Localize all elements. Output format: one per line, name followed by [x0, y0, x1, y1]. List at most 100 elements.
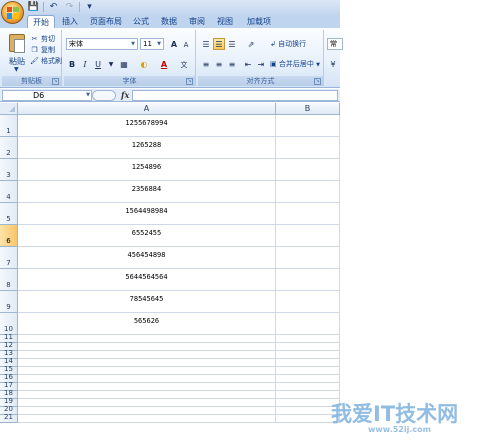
- cell-a[interactable]: 5644564564: [18, 269, 276, 291]
- italic-button[interactable]: I: [79, 58, 91, 70]
- format-painter-button[interactable]: 🖌 格式刷: [30, 56, 62, 66]
- cell-a[interactable]: [18, 415, 276, 423]
- name-box[interactable]: D6 ▼: [2, 90, 92, 101]
- cell-a[interactable]: 1564498984: [18, 203, 276, 225]
- tab-page-layout[interactable]: 页面布局: [86, 15, 126, 28]
- customize-dropdown-icon[interactable]: ▾: [83, 1, 96, 13]
- cell-a[interactable]: [18, 399, 276, 407]
- cell-a[interactable]: 456454898: [18, 247, 276, 269]
- cell-a[interactable]: 565626: [18, 313, 276, 335]
- cell-a[interactable]: 2356884: [18, 181, 276, 203]
- formula-input[interactable]: [132, 90, 338, 101]
- align-right-button[interactable]: ≡: [226, 58, 238, 70]
- cut-button[interactable]: ✂ 剪切: [30, 34, 55, 44]
- number-format-select[interactable]: 常规: [327, 38, 343, 50]
- cell-b[interactable]: [276, 343, 340, 351]
- tab-addins[interactable]: 加载项: [242, 15, 276, 28]
- borders-button[interactable]: ▦: [118, 58, 130, 70]
- cell-a[interactable]: [18, 351, 276, 359]
- cell-a[interactable]: [18, 343, 276, 351]
- font-color-button[interactable]: A: [158, 58, 170, 70]
- tab-review[interactable]: 审阅: [186, 15, 208, 28]
- decrease-indent-button[interactable]: ⇤: [242, 58, 254, 70]
- row-header[interactable]: 21: [0, 413, 18, 423]
- cell-b[interactable]: [276, 225, 340, 247]
- row-header[interactable]: 7: [0, 247, 18, 269]
- column-header-b[interactable]: B: [276, 103, 340, 115]
- cell-b[interactable]: [276, 137, 340, 159]
- fill-color-button[interactable]: ◐: [138, 58, 150, 70]
- tab-insert[interactable]: 插入: [58, 15, 82, 28]
- cell-b[interactable]: [276, 313, 340, 335]
- cell-b[interactable]: [276, 291, 340, 313]
- row-header[interactable]: 8: [0, 269, 18, 291]
- align-left-button[interactable]: ≡: [200, 58, 212, 70]
- cell-a[interactable]: [18, 383, 276, 391]
- cell-b[interactable]: [276, 247, 340, 269]
- copy-button[interactable]: ❐ 复制: [30, 45, 55, 55]
- cell-b[interactable]: [276, 359, 340, 367]
- formula-bar-splitter[interactable]: [92, 90, 116, 101]
- tab-view[interactable]: 视图: [214, 15, 236, 28]
- cell-a[interactable]: 1255678994: [18, 115, 276, 137]
- cell-a[interactable]: 78545645: [18, 291, 276, 313]
- cell-a[interactable]: [18, 367, 276, 375]
- cell-b[interactable]: [276, 375, 340, 383]
- cell-a[interactable]: 1265288: [18, 137, 276, 159]
- phonetic-button[interactable]: 文: [178, 58, 190, 70]
- cell-a[interactable]: [18, 359, 276, 367]
- currency-button[interactable]: ¥: [327, 58, 339, 70]
- bold-button[interactable]: B: [66, 58, 78, 70]
- cell-a[interactable]: [18, 391, 276, 399]
- underline-dropdown[interactable]: ▼: [105, 58, 117, 70]
- tab-formulas[interactable]: 公式: [130, 15, 152, 28]
- row-header[interactable]: 5: [0, 203, 18, 225]
- select-all-button[interactable]: [0, 103, 18, 115]
- align-bottom-button[interactable]: ☰: [226, 38, 238, 50]
- merge-center-button[interactable]: ▣ 合并后居中 ▼: [270, 58, 320, 71]
- shrink-font-button[interactable]: A: [180, 38, 192, 50]
- wrap-text-button[interactable]: ↲ 自动换行: [270, 38, 306, 50]
- row-header[interactable]: 10: [0, 313, 18, 335]
- cell-a[interactable]: [18, 335, 276, 343]
- cell-b[interactable]: [276, 269, 340, 291]
- cell-a[interactable]: [18, 375, 276, 383]
- paste-button[interactable]: 粘贴 ▼: [6, 32, 28, 73]
- row-header[interactable]: 9: [0, 291, 18, 313]
- row-header[interactable]: 3: [0, 159, 18, 181]
- undo-icon[interactable]: ↶: [47, 1, 60, 13]
- office-button[interactable]: [1, 1, 24, 24]
- cell-b[interactable]: [276, 383, 340, 391]
- align-center-button[interactable]: ≡: [213, 58, 225, 70]
- insert-function-button[interactable]: fx: [121, 89, 129, 102]
- cell-a[interactable]: 6552455: [18, 225, 276, 247]
- underline-button[interactable]: U: [92, 58, 104, 70]
- cell-b[interactable]: [276, 181, 340, 203]
- dialog-launcher-icon[interactable]: ↘: [52, 78, 59, 85]
- dialog-launcher-icon[interactable]: ↘: [186, 78, 193, 85]
- align-top-button[interactable]: ☰: [200, 38, 212, 50]
- grow-font-button[interactable]: A: [168, 38, 180, 50]
- column-header-a[interactable]: A: [18, 103, 276, 115]
- orientation-button[interactable]: ⇗: [242, 38, 260, 50]
- cell-a[interactable]: 1254896: [18, 159, 276, 181]
- cell-a[interactable]: [18, 407, 276, 415]
- align-middle-button[interactable]: ☰: [213, 38, 225, 50]
- cell-b[interactable]: [276, 203, 340, 225]
- row-header[interactable]: 4: [0, 181, 18, 203]
- redo-icon[interactable]: ↷: [63, 1, 76, 13]
- cell-b[interactable]: [276, 115, 340, 137]
- cell-b[interactable]: [276, 159, 340, 181]
- dialog-launcher-icon[interactable]: ↘: [314, 78, 321, 85]
- increase-indent-button[interactable]: ⇥: [255, 58, 267, 70]
- row-header[interactable]: 1: [0, 115, 18, 137]
- cell-b[interactable]: [276, 351, 340, 359]
- cell-b[interactable]: [276, 367, 340, 375]
- row-header[interactable]: 6: [0, 225, 18, 247]
- font-size-select[interactable]: 11 ▼: [140, 38, 164, 50]
- font-name-select[interactable]: 宋体 ▼: [66, 38, 138, 50]
- row-header[interactable]: 2: [0, 137, 18, 159]
- tab-home[interactable]: 开始: [27, 15, 55, 28]
- tab-data[interactable]: 数据: [158, 15, 180, 28]
- save-icon[interactable]: 💾: [27, 1, 40, 13]
